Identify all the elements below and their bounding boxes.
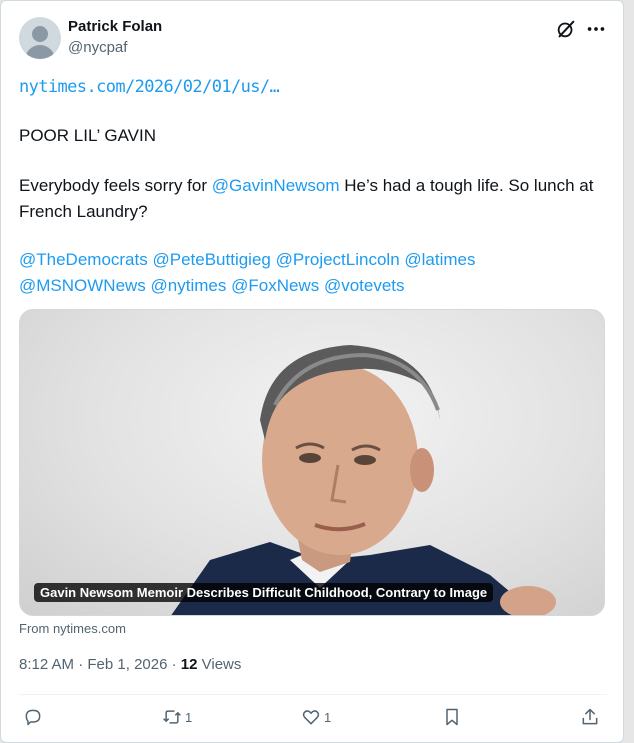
reply-icon [25,709,41,726]
mention-link[interactable]: @nytimes [151,276,227,295]
mention-link[interactable]: @MSNOWNews [19,276,146,295]
retweet-count: 1 [185,709,193,725]
meta-separator: · [74,656,88,673]
mention-link[interactable]: @TheDemocrats [19,250,148,269]
retweet-icon [163,710,181,724]
tweet-card: Patrick Folan @nycpaf nytimes.com/2026/0… [0,0,624,743]
mention-link[interactable]: @ProjectLincoln [276,250,400,269]
meta-separator: · [167,656,181,673]
link-card-source[interactable]: From nytimes.com [19,621,126,636]
author-display-name[interactable]: Patrick Folan [68,18,162,35]
post-text-segment: Everybody feels sorry for [19,176,212,195]
action-bar: 1 1 [19,707,609,731]
post-meta: 8:12 AM · Feb 1, 2026 · 12 Views [19,656,241,673]
avatar[interactable] [19,17,61,59]
avatar-shoulders-shape [25,45,55,59]
author-handle[interactable]: @nycpaf [68,39,127,56]
more-icon[interactable] [585,18,607,40]
views-label: Views [197,656,242,673]
share-icon [582,708,598,725]
avatar-head-shape [32,26,48,42]
views-count: 12 [180,656,198,673]
portrait-photo [171,345,556,615]
post-date[interactable]: Feb 1, 2026 [87,656,167,673]
bookmark-button[interactable] [442,707,462,727]
mention-link-gavinnewsom[interactable]: @GavinNewsom [212,176,340,195]
post-mentions: @TheDemocrats @PeteButtigieg @ProjectLin… [19,247,609,299]
mention-link[interactable]: @votevets [324,276,405,295]
like-icon [302,710,320,725]
retweet-button[interactable]: 1 [162,707,192,727]
post-text-line2: Everybody feels sorry for @GavinNewsom H… [19,173,609,225]
post-text-line1: POOR LIL’ GAVIN [19,126,156,145]
link-card-image[interactable]: Gavin Newsom Memoir Describes Difficult … [19,309,605,616]
bookmark-icon [446,708,458,726]
mention-link[interactable]: @FoxNews [231,276,319,295]
like-count: 1 [324,709,332,725]
reply-button[interactable] [23,707,46,727]
mention-link[interactable]: @PeteButtigieg [152,250,270,269]
link-card-caption: Gavin Newsom Memoir Describes Difficult … [34,583,494,602]
like-button[interactable]: 1 [301,707,331,727]
mention-link[interactable]: @latimes [404,250,475,269]
share-button[interactable] [580,707,600,727]
post-time[interactable]: 8:12 AM [19,656,74,673]
post-url-link[interactable]: nytimes.com/2026/02/01/us/… [19,77,280,97]
grok-icon[interactable] [555,18,577,40]
divider [19,694,607,695]
